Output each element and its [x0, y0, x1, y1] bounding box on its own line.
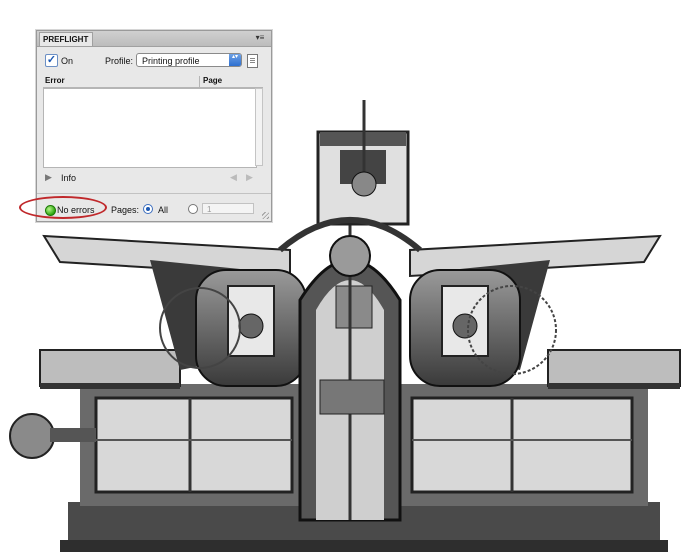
error-list[interactable] [43, 88, 257, 168]
column-error[interactable]: Error [45, 76, 65, 85]
error-list-scrollbar[interactable] [255, 88, 263, 166]
profile-select-value: Printing profile [142, 56, 200, 66]
on-checkbox[interactable]: ✓ [45, 54, 58, 67]
page-range-input[interactable]: 1 [202, 203, 254, 214]
pages-range-radio[interactable] [188, 204, 198, 214]
column-page[interactable]: Page [203, 76, 222, 85]
next-error-icon[interactable]: ▶ [246, 172, 253, 183]
define-profiles-icon[interactable] [247, 54, 258, 68]
profile-label: Profile: [105, 56, 134, 66]
info-label[interactable]: Info [61, 173, 76, 183]
select-arrows-icon: ▴▾ [229, 54, 241, 66]
on-label: On [61, 56, 74, 66]
resize-grip-icon[interactable] [262, 212, 269, 219]
pages-label: Pages: [111, 205, 140, 215]
pages-all-label: All [158, 205, 169, 215]
panel-divider [37, 193, 271, 194]
pages-all-radio[interactable] [143, 204, 153, 214]
panel-menu-icon[interactable]: ▾≡ [253, 33, 267, 43]
status-highlight-ellipse [19, 196, 107, 219]
previous-error-icon[interactable]: ◀ [230, 172, 237, 183]
preflight-panel: PREFLIGHT ▾≡ ✓ On Profile: Printing prof… [36, 30, 272, 222]
tab-preflight[interactable]: PREFLIGHT [39, 32, 93, 46]
error-list-header: Error Page [43, 76, 263, 88]
profile-select[interactable]: Printing profile ▴▾ [136, 53, 242, 67]
panel-tab-bar: PREFLIGHT ▾≡ [37, 31, 271, 47]
column-divider[interactable] [199, 76, 200, 87]
info-expand-icon[interactable]: ▶ [45, 172, 52, 183]
